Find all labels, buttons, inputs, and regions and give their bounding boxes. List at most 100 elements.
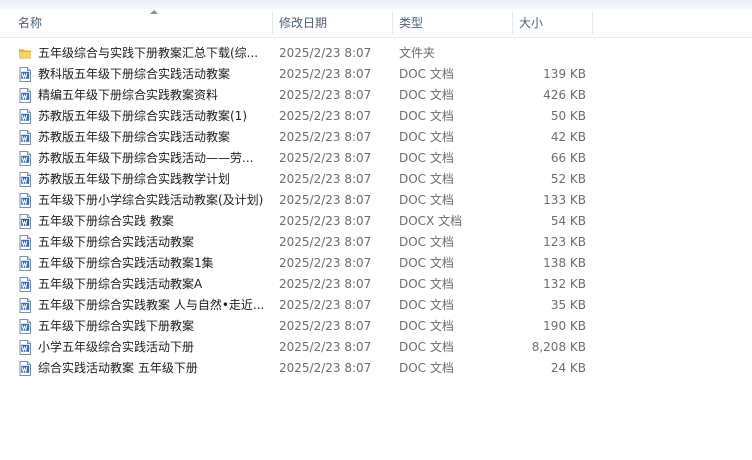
file-date: 2025/2/23 8:07: [279, 319, 372, 333]
file-type: DOC 文档: [399, 67, 454, 81]
file-row[interactable]: 苏教版五年级下册综合实践活动——劳... 2025/2/23 8:07 DOC 文档…: [0, 148, 752, 169]
file-size: [510, 43, 586, 64]
word-doc-icon: [18, 172, 32, 187]
column-divider[interactable]: [592, 12, 593, 34]
file-type: DOC 文档: [399, 130, 454, 144]
column-header-date[interactable]: 修改日期: [273, 9, 393, 37]
word-docx-icon: [18, 214, 32, 229]
column-header-type[interactable]: 类型: [393, 9, 513, 37]
file-row[interactable]: 五年级下册综合实践教案 人与自然•走近... 2025/2/23 8:07 DOC …: [0, 295, 752, 316]
file-type: DOC 文档: [399, 298, 454, 312]
file-name: 五年级下册综合实践 教案: [38, 214, 174, 228]
file-size: 139 KB: [543, 67, 586, 81]
file-type: DOC 文档: [399, 193, 454, 207]
file-type: DOC 文档: [399, 256, 454, 270]
word-doc-icon: [18, 319, 32, 334]
file-size: 52 KB: [550, 172, 586, 186]
word-doc-icon: [18, 235, 32, 250]
file-size: 50 KB: [550, 109, 586, 123]
word-doc-icon: [18, 67, 32, 82]
file-type: DOC 文档: [399, 319, 454, 333]
word-doc-icon: [18, 109, 32, 124]
file-row[interactable]: 五年级下册综合实践 教案 2025/2/23 8:07 DOCX 文档 54 KB: [0, 211, 752, 232]
file-date: 2025/2/23 8:07: [279, 298, 372, 312]
word-doc-icon: [18, 88, 32, 103]
file-row[interactable]: 综合实践活动教案 五年级下册 2025/2/23 8:07 DOC 文档 24 KB: [0, 358, 752, 379]
file-size: 54 KB: [550, 214, 586, 228]
file-name: 苏教版五年级下册综合实践教学计划: [38, 172, 231, 186]
file-type: DOC 文档: [399, 88, 454, 102]
file-name: 小学五年级综合实践活动下册: [38, 340, 195, 354]
file-date: 2025/2/23 8:07: [279, 214, 372, 228]
file-type: DOC 文档: [399, 235, 454, 249]
file-row[interactable]: 苏教版五年级下册综合实践活动教案 2025/2/23 8:07 DOC 文档 42 K…: [0, 127, 752, 148]
file-row[interactable]: 苏教版五年级下册综合实践活动教案(1) 2025/2/23 8:07 DOC 文档 5…: [0, 106, 752, 127]
column-header-name-label: 名称: [18, 16, 43, 30]
file-size: 24 KB: [550, 361, 586, 375]
file-date: 2025/2/23 8:07: [279, 109, 372, 123]
file-type: 文件夹: [399, 46, 436, 60]
column-header-size[interactable]: 大小: [513, 9, 593, 37]
file-name: 五年级下册小学综合实践活动教案(及计划): [38, 193, 264, 207]
file-name: 五年级下册综合实践教案 人与自然•走近...: [38, 298, 265, 312]
column-header-date-label: 修改日期: [279, 16, 328, 30]
file-name: 精编五年级下册综合实践教案资料: [38, 88, 219, 102]
word-doc-icon: [18, 151, 32, 166]
file-date: 2025/2/23 8:07: [279, 277, 372, 291]
file-size: 133 KB: [543, 193, 586, 207]
folder-icon: [18, 46, 32, 61]
file-name: 教科版五年级下册综合实践活动教案: [38, 67, 231, 81]
file-date: 2025/2/23 8:07: [279, 130, 372, 144]
file-name: 苏教版五年级下册综合实践活动教案(1): [38, 109, 247, 123]
file-row[interactable]: 五年级下册综合实践活动教案1集 2025/2/23 8:07 DOC 文档 138 K…: [0, 253, 752, 274]
file-size: 426 KB: [543, 88, 586, 102]
file-row[interactable]: 五年级综合与实践下册教案汇总下载(综... 2025/2/23 8:07 文件夹: [0, 43, 752, 64]
file-name: 五年级下册综合实践活动教案A: [38, 277, 203, 291]
file-type: DOC 文档: [399, 361, 454, 375]
word-doc-icon: [18, 361, 32, 376]
word-doc-icon: [18, 256, 32, 271]
file-name: 综合实践活动教案 五年级下册: [38, 361, 198, 375]
file-row[interactable]: 苏教版五年级下册综合实践教学计划 2025/2/23 8:07 DOC 文档 52 K…: [0, 169, 752, 190]
file-explorer-window: 名称 修改日期 类型 大小 五年级综合与实践下册教案汇总下载(综... 2025/…: [0, 0, 752, 460]
file-date: 2025/2/23 8:07: [279, 172, 372, 186]
file-row[interactable]: 五年级下册小学综合实践活动教案(及计划) 2025/2/23 8:07 DOC 文档…: [0, 190, 752, 211]
file-type: DOC 文档: [399, 340, 454, 354]
file-name: 五年级下册综合实践活动教案1集: [38, 256, 214, 270]
file-size: 138 KB: [543, 256, 586, 270]
file-date: 2025/2/23 8:07: [279, 340, 372, 354]
file-row[interactable]: 五年级下册综合实践活动教案 2025/2/23 8:07 DOC 文档 123 KB: [0, 232, 752, 253]
word-doc-icon: [18, 298, 32, 313]
file-date: 2025/2/23 8:07: [279, 361, 372, 375]
column-header-name[interactable]: 名称: [12, 9, 273, 37]
file-date: 2025/2/23 8:07: [279, 235, 372, 249]
file-row[interactable]: 小学五年级综合实践活动下册 2025/2/23 8:07 DOC 文档 8,208 K…: [0, 337, 752, 358]
file-size: 66 KB: [550, 151, 586, 165]
file-size: 42 KB: [550, 130, 586, 144]
file-type: DOC 文档: [399, 172, 454, 186]
sort-ascending-icon: [150, 10, 158, 14]
file-date: 2025/2/23 8:07: [279, 46, 372, 60]
file-name: 五年级综合与实践下册教案汇总下载(综...: [38, 46, 259, 60]
file-list: 五年级综合与实践下册教案汇总下载(综... 2025/2/23 8:07 文件夹教科…: [0, 43, 752, 379]
file-row[interactable]: 精编五年级下册综合实践教案资料 2025/2/23 8:07 DOC 文档 426 K…: [0, 85, 752, 106]
column-header-type-label: 类型: [399, 16, 424, 30]
file-size: 35 KB: [550, 298, 586, 312]
file-row[interactable]: 教科版五年级下册综合实践活动教案 2025/2/23 8:07 DOC 文档 139 …: [0, 64, 752, 85]
file-row[interactable]: 五年级下册综合实践下册教案 2025/2/23 8:07 DOC 文档 190 KB: [0, 316, 752, 337]
column-header-bar: 名称 修改日期 类型 大小: [0, 9, 752, 38]
file-date: 2025/2/23 8:07: [279, 151, 372, 165]
file-date: 2025/2/23 8:07: [279, 256, 372, 270]
file-row[interactable]: 五年级下册综合实践活动教案A 2025/2/23 8:07 DOC 文档 132 KB: [0, 274, 752, 295]
file-size: 132 KB: [543, 277, 586, 291]
file-type: DOC 文档: [399, 277, 454, 291]
file-name: 五年级下册综合实践活动教案: [38, 235, 195, 249]
word-doc-icon: [18, 277, 32, 292]
word-doc-icon: [18, 193, 32, 208]
file-type: DOCX 文档: [399, 214, 463, 228]
file-name: 五年级下册综合实践下册教案: [38, 319, 195, 333]
column-header-size-label: 大小: [519, 16, 544, 30]
file-size: 123 KB: [543, 235, 586, 249]
file-name: 苏教版五年级下册综合实践活动——劳...: [38, 151, 254, 165]
file-date: 2025/2/23 8:07: [279, 67, 372, 81]
